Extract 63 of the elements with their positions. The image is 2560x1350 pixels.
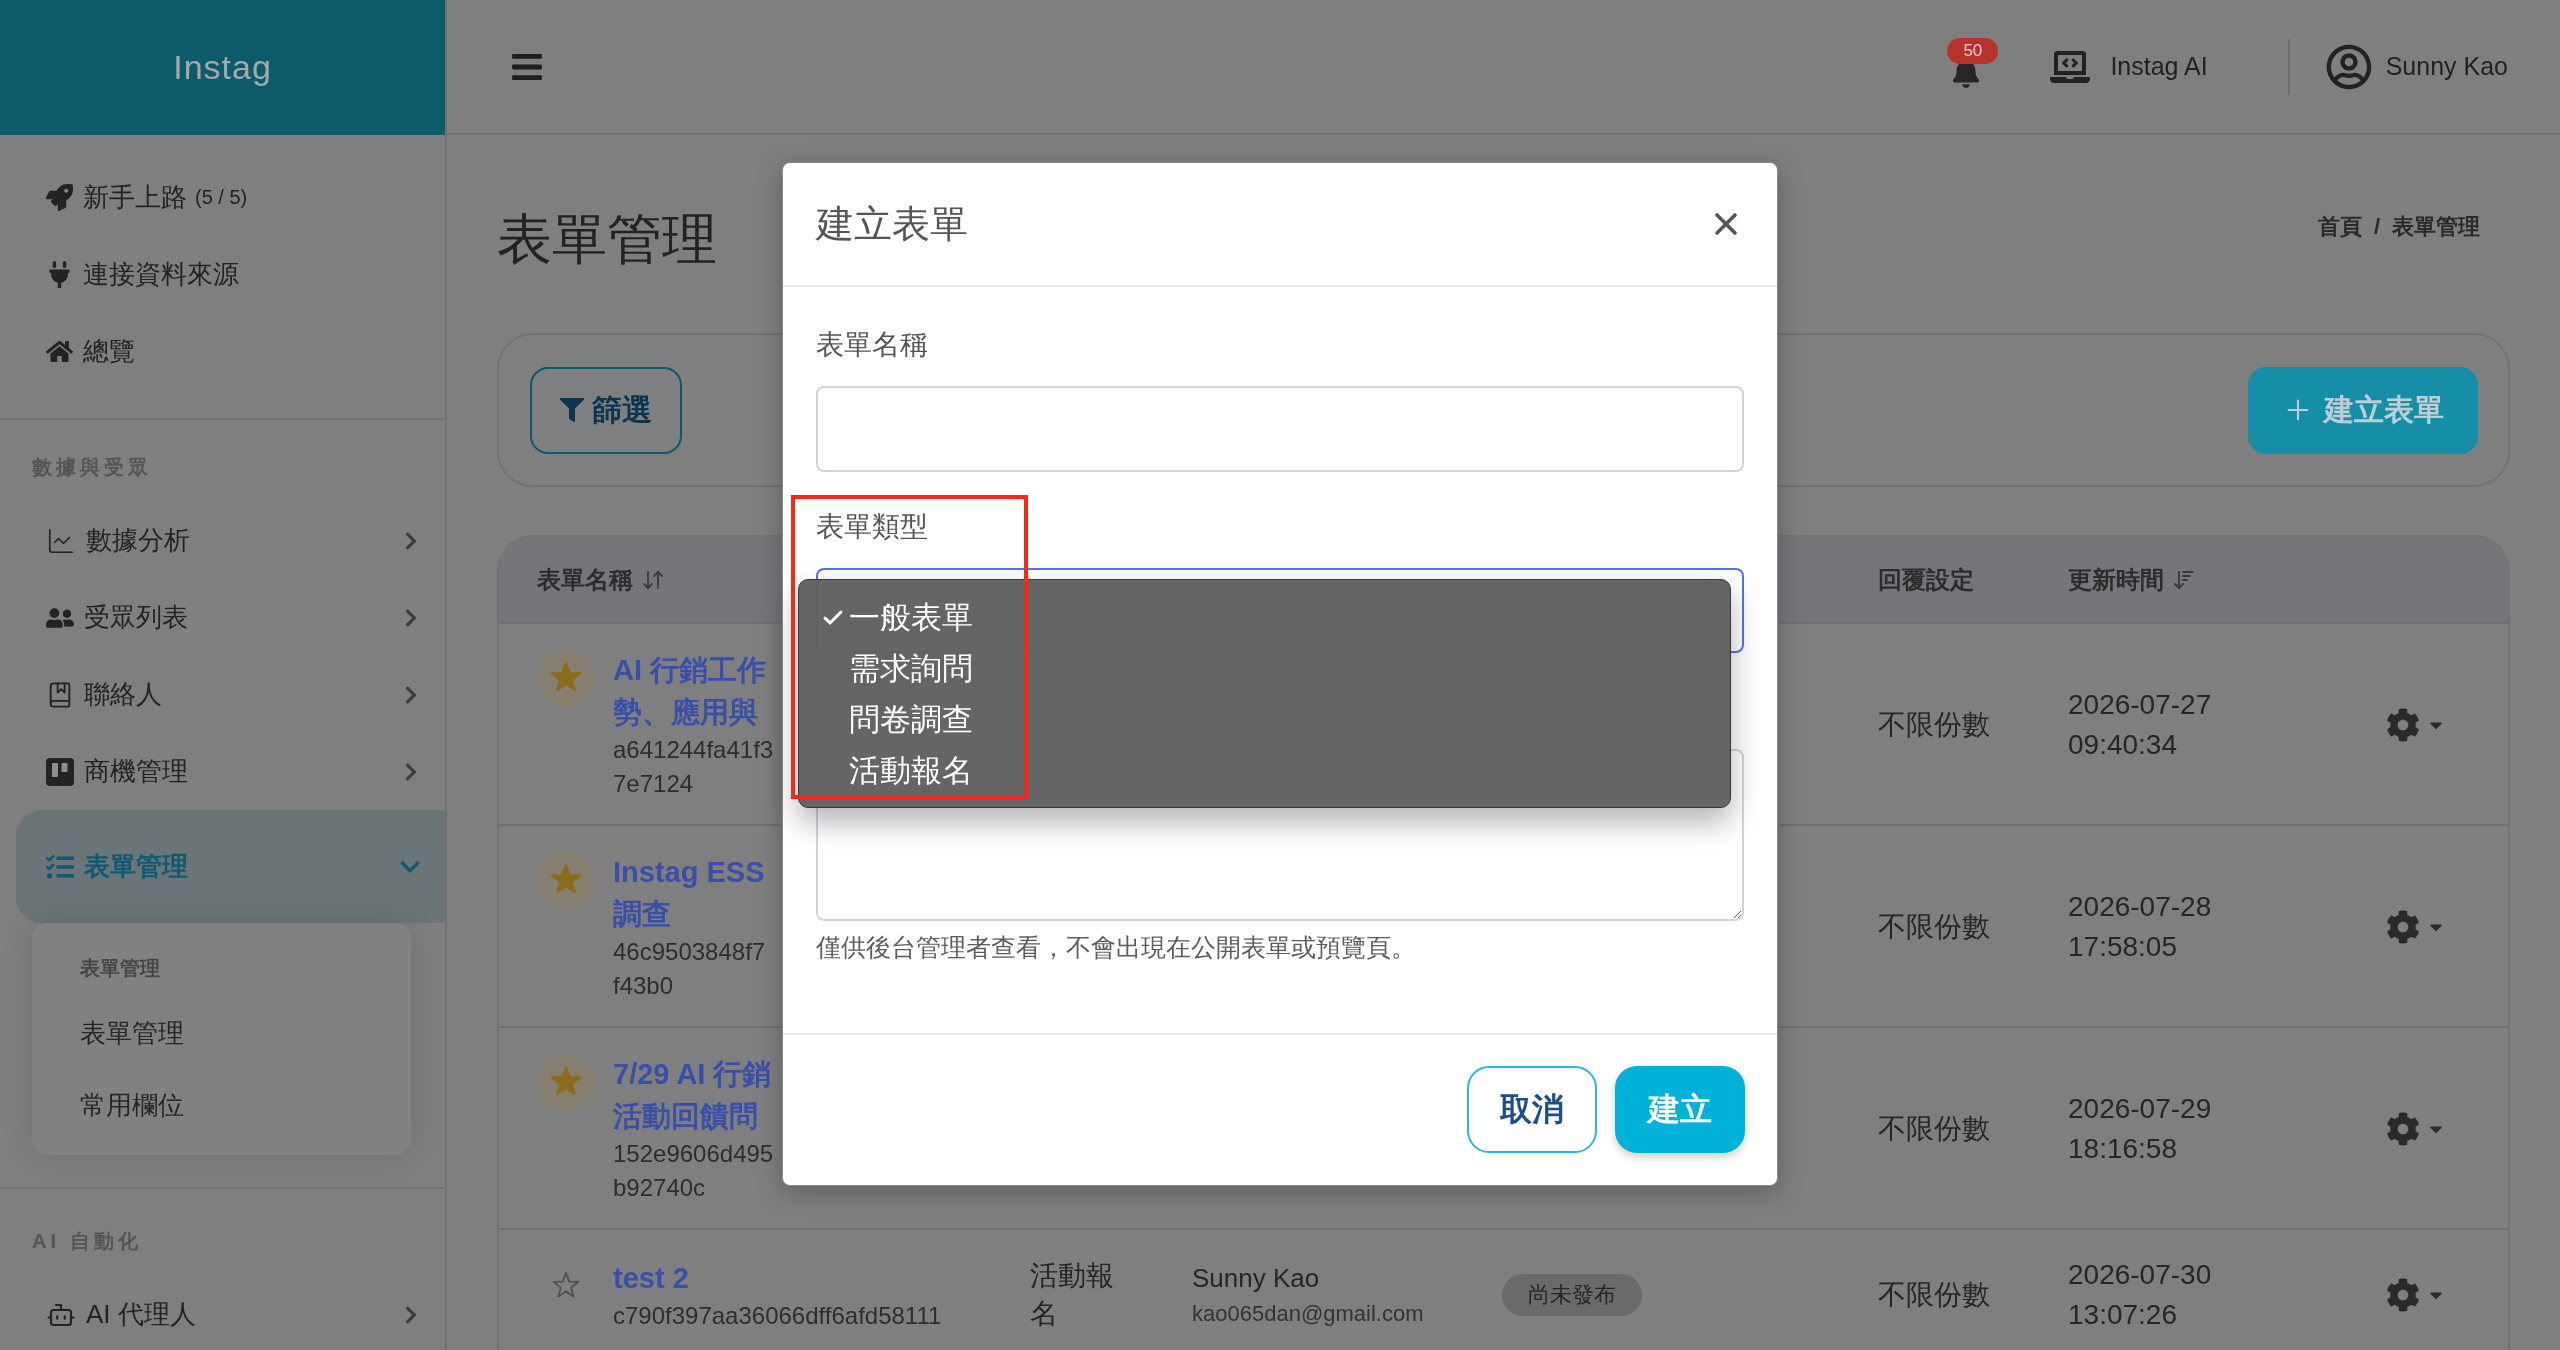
form-id-text: c790f397aa36066dff6afd58111 [613, 1301, 942, 1331]
updated-time-text: 2026-07-27 09:40:34 [2068, 688, 2213, 762]
breadcrumb-current: 表單管理 [2392, 213, 2480, 241]
sidebar-item[interactable]: 商機管理 [0, 733, 445, 810]
sidebar-item[interactable]: 聯絡人 [0, 656, 445, 733]
sidebar-item[interactable]: 總覽 [0, 313, 445, 390]
create-button[interactable]: 建立 [1615, 1066, 1745, 1153]
sidebar-item[interactable]: AI 代理人 [0, 1276, 445, 1350]
dropdown-option[interactable]: 一般表單 [799, 592, 1730, 643]
plug-icon [46, 261, 73, 288]
dropdown-option[interactable]: 需求詢問 [799, 643, 1730, 694]
gear-icon [2386, 1278, 2420, 1312]
gear-icon [2386, 708, 2420, 742]
create-form-button[interactable]: 建立表單 [2248, 366, 2478, 454]
notifications-button[interactable]: 50 [1947, 38, 2004, 88]
form-type-text: 活動報名 [1030, 1259, 1115, 1331]
notification-badge: 50 [1947, 38, 1999, 64]
gear-icon [2386, 1112, 2420, 1146]
column-header[interactable]: 更新時間 [2068, 563, 2196, 596]
field-label: 表單類型 [816, 510, 928, 544]
reply-limit-text: 不限份數 [1878, 708, 1990, 742]
workspace-button[interactable]: Instag AI [2050, 46, 2208, 87]
kanban-icon [46, 757, 74, 786]
sidebar-item[interactable]: 受眾列表 [0, 579, 445, 656]
column-header[interactable]: 表單名稱 [537, 563, 665, 596]
user-avatar-icon [2325, 43, 2372, 90]
dialog-title: 建立表單 [816, 201, 968, 247]
column-header[interactable]: 回覆設定 [1878, 563, 1974, 596]
sidebar-item[interactable]: 數據分析 [0, 502, 445, 579]
user-menu-button[interactable]: Sunny Kao [2325, 43, 2508, 90]
sidebar-item[interactable]: 新手上路 (5 / 5) [0, 159, 445, 236]
status-badge: 尚未發布 [1502, 1274, 1642, 1316]
reply-limit-text: 不限份數 [1878, 1112, 1990, 1146]
sidebar-item[interactable]: 連接資料來源 [0, 236, 445, 313]
form-id-text: 152e9606d495 b92740c [613, 1139, 774, 1203]
rocket-icon [46, 184, 73, 211]
updated-time-text: 2026-07-28 17:58:05 [2068, 890, 2213, 964]
submenu-item[interactable]: 常用欄位 [80, 1069, 184, 1141]
filter-button[interactable]: 篩選 [530, 366, 682, 454]
form-id-text: a641244fa41f3 7e7124 [613, 735, 774, 799]
text-input-field[interactable] [816, 386, 1744, 472]
updated-time-text: 2026-07-30 13:07:26 [2068, 1258, 2213, 1332]
home-icon [46, 338, 73, 365]
checklist-icon [46, 852, 74, 881]
submenu-item[interactable]: 表單管理 [80, 997, 184, 1069]
gear-icon [2386, 910, 2420, 944]
owner-email: kao065dan@gmail.com [1192, 1300, 1424, 1328]
field-help-text: 僅供後台管理者查看，不會出現在公開表單或預覽頁。 [816, 932, 1416, 963]
owner-name: Sunny Kao [1192, 1262, 1320, 1295]
brand-name[interactable]: Instag [173, 48, 272, 87]
reply-limit-text: 不限份數 [1878, 1278, 1990, 1312]
submenu-heading: 表單管理 [80, 956, 160, 981]
breadcrumb-separator: / [2373, 214, 2380, 240]
breadcrumb-link[interactable]: 首頁 [2317, 212, 2362, 242]
filter-icon [560, 398, 584, 422]
form-id-text: 46c9503848f7 f43b0 [613, 937, 766, 1001]
field-label: 表單名稱 [816, 328, 928, 362]
dropdown-option[interactable]: 活動報名 [799, 745, 1730, 796]
page-title: 表單管理 [497, 207, 717, 272]
dropdown-option[interactable]: 問卷調查 [799, 694, 1730, 745]
reply-limit-text: 不限份數 [1878, 910, 1990, 944]
cancel-button[interactable]: 取消 [1467, 1066, 1597, 1153]
updated-time-text: 2026-07-29 18:16:58 [2068, 1092, 2213, 1166]
